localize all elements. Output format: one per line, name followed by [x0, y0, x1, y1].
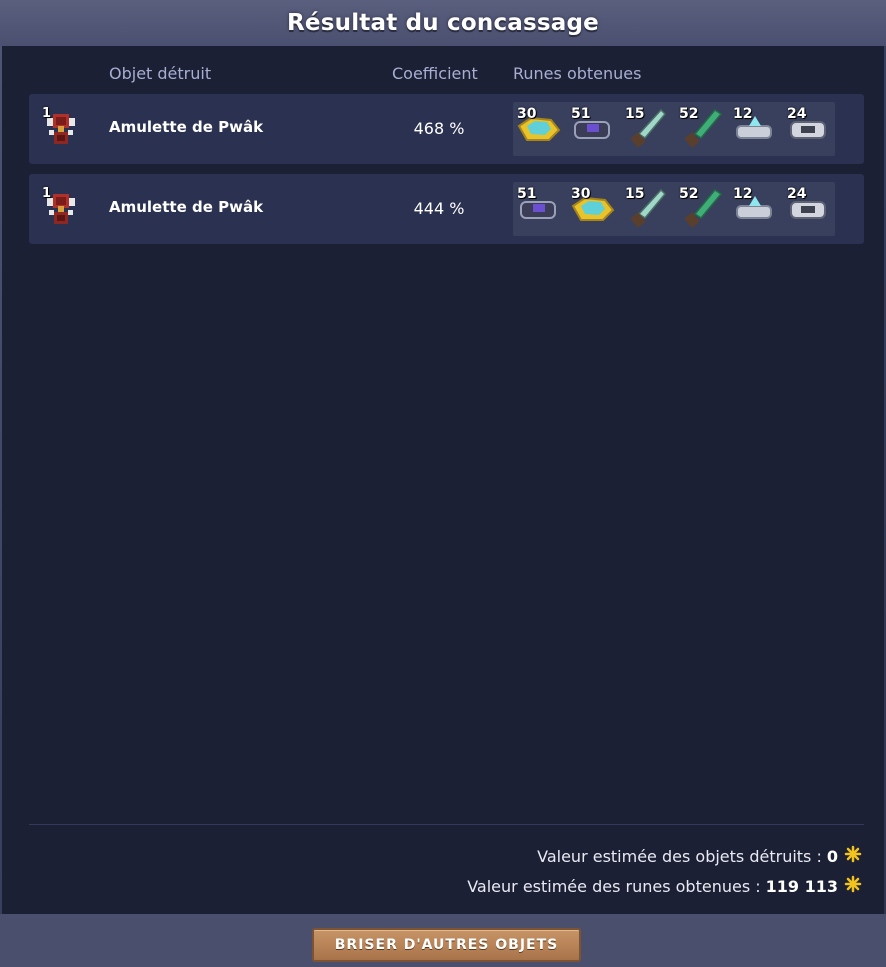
item-quantity: 1: [42, 186, 52, 201]
content-panel: Objet détruit Coefficient Runes obtenues: [2, 46, 884, 914]
header-object: Objet détruit: [109, 64, 212, 83]
rune-quantity: 52: [679, 186, 699, 202]
title-bar: Résultat du concassage: [0, 0, 886, 46]
rune-quantity: 24: [787, 106, 807, 122]
objects-value-summary: Valeur estimée des objets détruits : 0: [537, 845, 862, 867]
header-coefficient: Coefficient: [392, 64, 478, 83]
rune-quantity: 24: [787, 186, 807, 202]
item-coefficient: 468 %: [413, 119, 465, 138]
header-runes: Runes obtenues: [513, 64, 642, 83]
crystal-rune-icon[interactable]: 12: [729, 184, 779, 234]
crushing-result-window: Résultat du concassage Objet détruit Coe…: [0, 0, 886, 967]
column-headers: Objet détruit Coefficient Runes obtenues: [2, 64, 884, 86]
silver-rune-icon[interactable]: 24: [783, 184, 833, 234]
footer-bar: BRISER D'AUTRES OBJETS: [0, 914, 886, 967]
rune-quantity: 30: [571, 186, 591, 202]
objects-value-label: Valeur estimée des objets détruits :: [537, 846, 822, 866]
runes-value-summary: Valeur estimée des runes obtenues : 119 …: [467, 875, 862, 897]
green-blade-rune-icon[interactable]: 52: [675, 104, 725, 154]
green-blade-rune-icon[interactable]: 52: [675, 184, 725, 234]
rune-quantity: 52: [679, 106, 699, 122]
rune-quantity: 12: [733, 186, 753, 202]
dark-rune-icon[interactable]: 51: [567, 104, 617, 154]
result-row[interactable]: 1 Amulette de Pwâk 444 % 51 30 15 52 12 …: [29, 174, 864, 244]
blade-rune-icon[interactable]: 15: [621, 104, 671, 154]
item-coefficient: 444 %: [413, 199, 465, 218]
objects-value: 0: [826, 846, 838, 866]
gold-rune-icon[interactable]: 30: [567, 184, 617, 234]
runes-value: 119 113: [765, 876, 838, 896]
blade-rune-icon[interactable]: 15: [621, 184, 671, 234]
dark-rune-icon[interactable]: 51: [513, 184, 563, 234]
rune-quantity: 15: [625, 186, 645, 202]
gold-rune-icon[interactable]: 30: [513, 104, 563, 154]
window-title: Résultat du concassage: [287, 10, 599, 36]
result-row[interactable]: 1 Amulette de Pwâk 468 % 30 51 15 52 12 …: [29, 94, 864, 164]
crystal-rune-icon[interactable]: 12: [729, 104, 779, 154]
rune-quantity: 15: [625, 106, 645, 122]
divider: [29, 824, 864, 825]
item-name: Amulette de Pwâk: [109, 118, 264, 136]
rune-quantity: 51: [517, 186, 537, 202]
rune-quantity: 30: [517, 106, 537, 122]
rune-quantity: 12: [733, 106, 753, 122]
kama-icon: [844, 875, 862, 897]
runes-list: 30 51 15 52 12 24: [513, 102, 835, 156]
kama-icon: [844, 845, 862, 867]
silver-rune-icon[interactable]: 24: [783, 104, 833, 154]
item-quantity: 1: [42, 106, 52, 121]
crush-more-button[interactable]: BRISER D'AUTRES OBJETS: [312, 928, 581, 962]
runes-list: 51 30 15 52 12 24: [513, 182, 835, 236]
rune-quantity: 51: [571, 106, 591, 122]
runes-value-label: Valeur estimée des runes obtenues :: [467, 876, 761, 896]
item-name: Amulette de Pwâk: [109, 198, 264, 216]
